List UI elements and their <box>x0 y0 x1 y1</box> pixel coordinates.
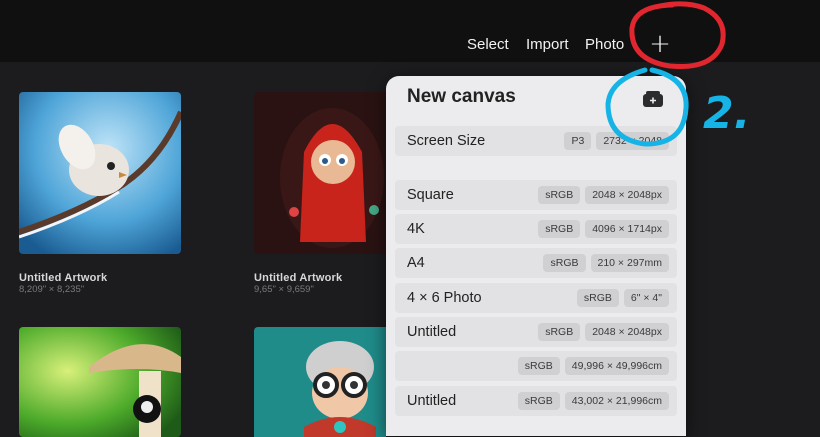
artwork-thumbnail-bird[interactable] <box>19 92 181 254</box>
select-button[interactable]: Select <box>467 34 509 56</box>
mushroom-illustration-icon <box>19 327 181 437</box>
dimensions-badge: 49,996 × 49,996cm <box>564 357 669 375</box>
preset-badges: sRGB 49,996 × 49,996cm <box>517 357 669 375</box>
red-hood-character-icon <box>254 92 386 254</box>
canvas-preset-a4[interactable]: A4 sRGB 210 × 297mm <box>395 248 677 278</box>
color-profile-badge: sRGB <box>517 392 560 410</box>
preset-badges: sRGB 210 × 297mm <box>543 254 669 272</box>
canvas-preset-untitled[interactable]: Untitled sRGB 43,002 × 21,996cm <box>395 386 677 416</box>
artwork-thumbnail-grandma[interactable] <box>254 327 386 437</box>
artwork-size: 8,209" × 8,235" <box>19 284 85 295</box>
preset-name: 4K <box>407 221 425 237</box>
dimensions-badge: 2732 × 2048 <box>596 132 669 150</box>
photo-button[interactable]: Photo <box>585 34 624 56</box>
preset-badges: sRGB 2048 × 2048px <box>538 323 669 341</box>
preset-badges: P3 2732 × 2048 <box>564 132 669 150</box>
preset-name: 4 × 6 Photo <box>407 290 482 306</box>
create-custom-canvas-button[interactable] <box>640 88 666 110</box>
dimensions-badge: 43,002 × 21,996cm <box>564 392 669 410</box>
dimensions-badge: 4096 × 1714px <box>585 220 669 238</box>
dimensions-badge: 2048 × 2048px <box>585 323 669 341</box>
canvas-preset-untitled[interactable]: Untitled sRGB 2048 × 2048px <box>395 317 677 347</box>
preset-name: Screen Size <box>407 133 486 149</box>
canvas-preset-square[interactable]: Square sRGB 2048 × 2048px <box>395 180 677 210</box>
bird-illustration-icon <box>19 92 181 254</box>
preset-badges: sRGB 2048 × 2048px <box>538 186 669 204</box>
step-number-annotation: 2. <box>703 88 750 139</box>
artwork-title: Untitled Artwork <box>254 272 343 284</box>
dimensions-badge: 2048 × 2048px <box>585 186 669 204</box>
preset-name: Square <box>407 187 454 203</box>
preset-name: A4 <box>407 255 425 271</box>
preset-name: Untitled <box>407 324 457 340</box>
preset-badges: sRGB 4096 × 1714px <box>538 220 669 238</box>
canvas-preset-4k[interactable]: 4K sRGB 4096 × 1714px <box>395 214 677 244</box>
new-canvas-plus-button[interactable]: + <box>647 30 673 58</box>
new-folder-icon <box>643 91 663 107</box>
color-profile-badge: sRGB <box>517 357 560 375</box>
import-button[interactable]: Import <box>526 34 569 56</box>
preset-badges: sRGB 43,002 × 21,996cm <box>517 392 669 410</box>
canvas-preset-screen-size[interactable]: Screen Size P3 2732 × 2048 <box>395 126 677 156</box>
canvas-preset-unnamed[interactable]: sRGB 49,996 × 49,996cm <box>395 351 677 381</box>
dimensions-badge: 210 × 297mm <box>590 254 669 272</box>
color-profile-badge: sRGB <box>538 186 581 204</box>
color-profile-badge: P3 <box>564 132 592 150</box>
dimensions-badge: 6" × 4" <box>623 289 669 307</box>
new-canvas-popover: New canvas Screen Size P3 2732 × 2048 Sq… <box>386 76 686 436</box>
artwork-thumbnail-mushroom[interactable] <box>19 327 181 437</box>
grandma-character-icon <box>254 327 386 437</box>
color-profile-badge: sRGB <box>538 220 581 238</box>
artwork-thumbnail-red-hood[interactable] <box>254 92 386 254</box>
artwork-size: 9,65" × 9,659" <box>254 284 314 295</box>
popover-title: New canvas <box>407 86 516 107</box>
artwork-title: Untitled Artwork <box>19 272 108 284</box>
preset-name: Untitled <box>407 393 457 409</box>
color-profile-badge: sRGB <box>576 289 619 307</box>
top-toolbar <box>0 0 820 62</box>
color-profile-badge: sRGB <box>543 254 586 272</box>
color-profile-badge: sRGB <box>538 323 581 341</box>
preset-badges: sRGB 6" × 4" <box>576 289 669 307</box>
canvas-preset-4x6-photo[interactable]: 4 × 6 Photo sRGB 6" × 4" <box>395 283 677 313</box>
